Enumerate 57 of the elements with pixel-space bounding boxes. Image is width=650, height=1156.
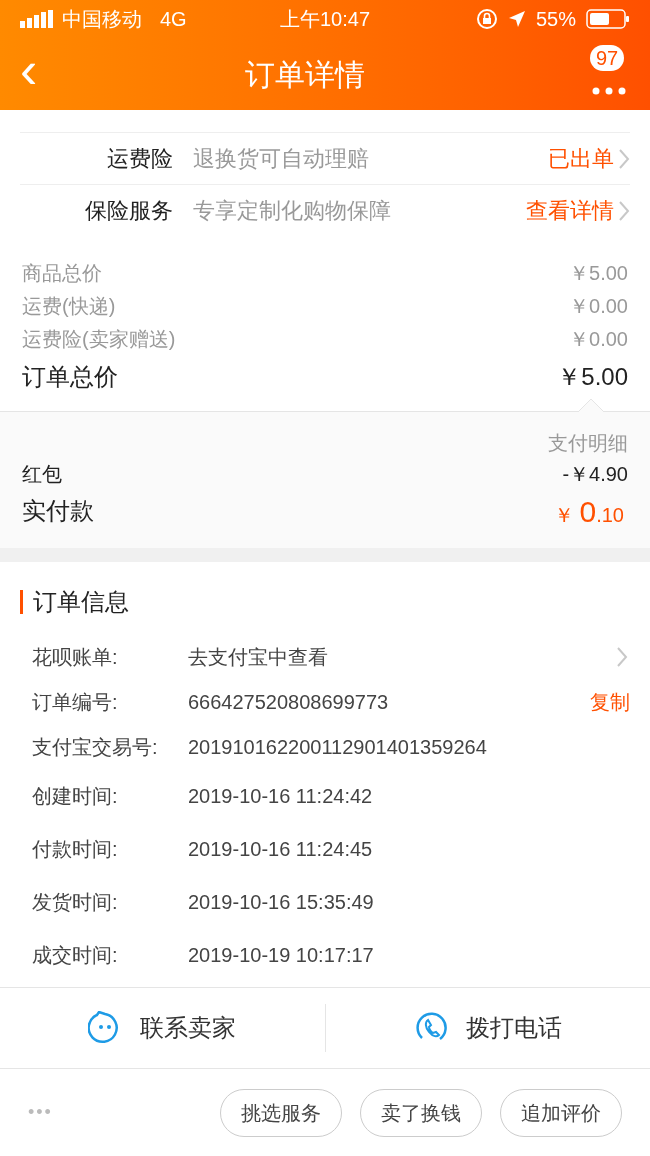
info-link[interactable]: 去支付宝中查看 <box>188 641 616 672</box>
service-label: 保险服务 <box>84 197 173 225</box>
payment-detail-link[interactable]: 支付明细 <box>548 428 628 458</box>
service-label: 运费险 <box>106 145 173 173</box>
action-button[interactable]: 挑选服务 <box>220 1088 342 1137</box>
call-button[interactable]: 拨打电话 <box>325 988 650 1068</box>
accent-bar <box>20 590 23 614</box>
copy-link[interactable]: 复制 <box>590 686 630 717</box>
info-label: 付款时间: <box>32 836 119 862</box>
network-type: 4G <box>160 7 187 32</box>
price-value: ￥0.00 <box>569 293 628 319</box>
back-button[interactable]: ‹ <box>20 44 60 96</box>
price-label: 商品总价 <box>22 260 102 286</box>
price-value: ￥0.00 <box>569 326 628 352</box>
price-label: 运费险(卖家赠送) <box>22 326 176 352</box>
page-title: 订单详情 <box>244 56 366 93</box>
action-button[interactable]: 追加评价 <box>500 1088 622 1137</box>
more-options-button[interactable]: ••• <box>28 1099 53 1126</box>
info-label: 支付宝交易号: <box>32 734 159 760</box>
service-link[interactable]: 已出单 <box>548 142 614 175</box>
info-label: 订单编号: <box>32 689 119 715</box>
section-title: 订单信息 <box>33 587 129 617</box>
contact-seller-button[interactable]: 联系卖家 <box>0 988 325 1068</box>
info-label: 创建时间: <box>32 783 119 809</box>
info-value: 2019-10-19 10:17:17 <box>188 942 375 968</box>
service-link[interactable]: 查看详情 <box>526 194 614 227</box>
paid-amount: ￥ 0.10 <box>553 493 625 530</box>
chevron-icon <box>616 645 628 668</box>
discount-label: 红包 <box>22 462 62 487</box>
total-label: 订单总价 <box>22 362 118 392</box>
chevron-icon <box>618 147 630 170</box>
info-value: 666427520808699773 <box>188 689 390 715</box>
service-description: 退换货可自动理赔 <box>193 145 370 173</box>
price-value: ￥5.00 <box>569 260 628 286</box>
info-value: 201910162200112901401359264 <box>188 734 488 760</box>
price-label: 运费(快递) <box>22 293 116 319</box>
info-label: 成交时间: <box>32 942 119 968</box>
signal-icon <box>20 10 54 28</box>
info-value: 2019-10-16 15:35:49 <box>188 889 375 915</box>
chevron-icon <box>618 199 630 222</box>
paid-label: 实付款 <box>22 496 94 526</box>
discount-value: -￥4.90 <box>562 462 628 487</box>
rotation-lock-icon <box>475 8 498 30</box>
info-value: 2019-10-16 11:24:45 <box>188 836 374 862</box>
more-icon <box>592 87 626 95</box>
notification-badge: 97 <box>590 45 625 71</box>
carrier-name: 中国移动 <box>62 7 142 32</box>
total-value: ￥5.00 <box>557 362 628 392</box>
location-arrow-icon <box>507 10 526 28</box>
service-description: 专享定制化购物保障 <box>193 197 392 225</box>
info-label: 发货时间: <box>32 889 119 915</box>
clock-time: 上午10:47 <box>278 7 371 32</box>
info-value: 2019-10-16 11:24:42 <box>188 783 374 809</box>
battery-icon <box>586 9 630 29</box>
battery-percent: 55% <box>535 7 576 32</box>
info-label: 花呗账单: <box>32 644 119 670</box>
action-button[interactable]: 卖了换钱 <box>360 1088 482 1137</box>
